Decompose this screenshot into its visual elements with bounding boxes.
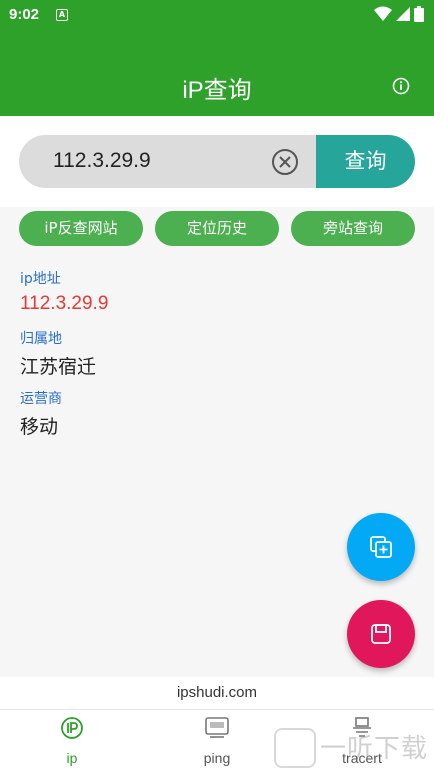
nav-item-ip[interactable]: ip bbox=[17, 710, 127, 771]
nav-item-ping[interactable]: ping bbox=[162, 710, 272, 771]
add-copy-icon bbox=[370, 536, 392, 558]
isp-label: 运营商 bbox=[20, 391, 62, 407]
reverse-ip-button[interactable]: iP反查网站 bbox=[19, 211, 143, 246]
nav-label-ip: ip bbox=[66, 750, 78, 766]
ip-address-value: 112.3.29.9 bbox=[20, 293, 109, 314]
location-history-button[interactable]: 定位历史 bbox=[155, 211, 279, 246]
ip-icon bbox=[61, 717, 83, 739]
info-icon[interactable] bbox=[392, 77, 410, 95]
ip-input-value[interactable]: 112.3.29.9 bbox=[53, 149, 151, 173]
add-fab-button[interactable] bbox=[347, 513, 415, 581]
status-bar: 9:02 A bbox=[0, 0, 434, 32]
status-time: 9:02 bbox=[9, 6, 40, 23]
signal-icon bbox=[396, 7, 410, 21]
save-icon bbox=[371, 624, 391, 644]
ip-address-label: ip地址 bbox=[20, 271, 61, 287]
ping-icon bbox=[205, 717, 229, 738]
app-bar: 9:02 A iP查询 bbox=[0, 0, 434, 116]
search-area: 112.3.29.9 查询 bbox=[0, 116, 434, 207]
footer-url[interactable]: ipshudi.com bbox=[0, 677, 434, 709]
watermark-text: 一听下载 bbox=[320, 734, 429, 764]
location-label: 归属地 bbox=[20, 331, 62, 347]
save-fab-button[interactable] bbox=[347, 600, 415, 668]
ip-search-input[interactable]: 112.3.29.9 bbox=[19, 135, 317, 188]
location-value: 江苏宿迁 bbox=[20, 356, 97, 378]
page-title: iP查询 bbox=[182, 77, 252, 104]
wifi-icon bbox=[374, 6, 392, 21]
battery-icon bbox=[414, 6, 424, 22]
status-icons bbox=[374, 6, 424, 22]
watermark-logo bbox=[274, 728, 316, 768]
notification-icon: A bbox=[56, 9, 68, 21]
isp-value: 移动 bbox=[20, 416, 59, 438]
query-button[interactable]: 查询 bbox=[316, 135, 415, 188]
nav-label-ping: ping bbox=[203, 750, 231, 766]
side-site-query-button[interactable]: 旁站查询 bbox=[291, 211, 415, 246]
clear-circle-icon[interactable] bbox=[271, 148, 299, 176]
